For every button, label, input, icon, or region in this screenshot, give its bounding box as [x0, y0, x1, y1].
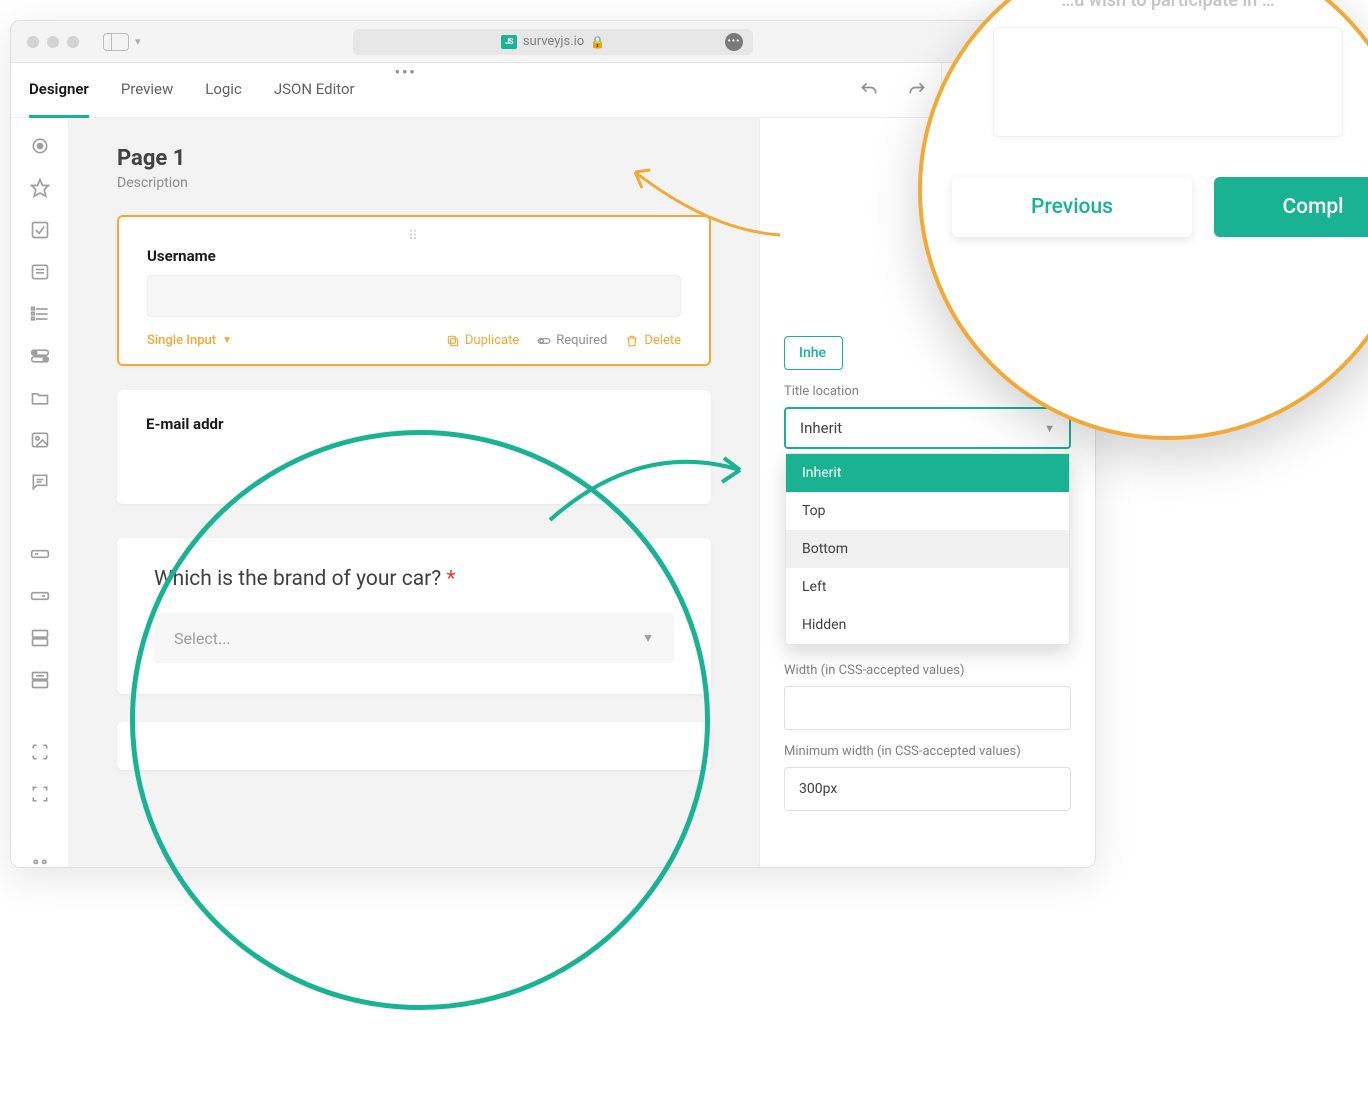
question-stub[interactable] — [117, 722, 711, 770]
tab-designer[interactable]: Designer — [29, 63, 89, 118]
required-marker: * — [446, 567, 455, 591]
tab-overflow[interactable]: ••• — [387, 63, 425, 117]
delete-button[interactable]: Delete — [625, 333, 681, 348]
option-inherit[interactable]: Inherit — [786, 454, 1069, 492]
more-icon[interactable]: ••• — [725, 33, 743, 51]
rating-icon[interactable] — [28, 178, 52, 198]
tab-logic[interactable]: Logic — [205, 63, 242, 117]
panel2-icon[interactable] — [28, 670, 52, 690]
favicon: JS — [501, 35, 517, 49]
boolean-icon[interactable] — [28, 346, 52, 366]
width-input[interactable] — [784, 686, 1071, 730]
toolbox — [11, 118, 69, 867]
callout-ghost-text: …u wish to participate in … — [1061, 0, 1275, 11]
input2-icon[interactable] — [28, 586, 52, 606]
page-description[interactable]: Description — [117, 175, 711, 191]
page-title[interactable]: Page 1 — [117, 146, 711, 171]
question-title: Which is the brand of your car? * — [154, 567, 674, 591]
preview-callout: …u wish to participate in … Previous Com… — [918, 0, 1368, 440]
url-text: surveyjs.io — [523, 34, 584, 49]
chevron-down-icon: ▼ — [222, 335, 232, 346]
option-top[interactable]: Top — [786, 492, 1069, 530]
previous-button[interactable]: Previous — [952, 177, 1192, 237]
text-icon[interactable] — [28, 262, 52, 282]
sidebar-toggle-icon[interactable] — [103, 33, 129, 51]
lock-icon: 🔒 — [590, 35, 605, 49]
option-left[interactable]: Left — [786, 568, 1069, 606]
folder-icon[interactable] — [28, 388, 52, 408]
complete-button[interactable]: Compl — [1214, 177, 1368, 237]
duplicate-button[interactable]: Duplicate — [446, 333, 519, 348]
inherit-pill[interactable]: Inhe — [784, 336, 843, 370]
tab-preview[interactable]: Preview — [121, 63, 173, 117]
required-button[interactable]: Required — [537, 333, 607, 348]
callout-ghost-input — [993, 27, 1343, 137]
multi-icon[interactable] — [28, 304, 52, 324]
checkbox-icon[interactable] — [28, 220, 52, 240]
expand1-icon[interactable] — [28, 742, 52, 762]
chevron-down-icon[interactable]: ▾ — [135, 35, 141, 48]
image-icon[interactable] — [28, 430, 52, 450]
drag-handle-icon[interactable]: ⠿ — [147, 229, 681, 241]
select-placeholder: Select... — [174, 629, 231, 648]
question-label[interactable]: E-mail addr — [146, 415, 682, 433]
designer-canvas[interactable]: Page 1 Description ⠿ Username Single Inp… — [69, 118, 759, 867]
prop-width-label: Width (in CSS-accepted values) — [784, 663, 1071, 678]
question-label[interactable]: Username — [147, 247, 681, 265]
car-brand-select[interactable]: Select... ▼ — [154, 613, 674, 663]
comment-icon[interactable] — [28, 472, 52, 492]
panel1-icon[interactable] — [28, 628, 52, 648]
question-email[interactable]: E-mail addr — [117, 390, 711, 504]
question-username[interactable]: ⠿ Username Single Input▼ Duplicate Requi… — [117, 215, 711, 366]
question-input[interactable] — [147, 275, 681, 317]
title-location-dropdown: Inherit Top Bottom Left Hidden — [785, 453, 1070, 645]
chevron-down-icon: ▼ — [642, 631, 654, 645]
radio-icon[interactable] — [28, 136, 52, 156]
undo-icon[interactable] — [845, 63, 893, 118]
option-hidden[interactable]: Hidden — [786, 606, 1069, 644]
traffic-lights[interactable] — [27, 36, 79, 48]
min-width-input[interactable] — [784, 767, 1071, 811]
expand2-icon[interactable] — [28, 784, 52, 804]
prop-min-width-label: Minimum width (in CSS-accepted values) — [784, 744, 1071, 759]
tab-json[interactable]: JSON Editor — [274, 63, 355, 117]
question-car-brand[interactable]: Which is the brand of your car? * Select… — [117, 538, 711, 694]
option-bottom[interactable]: Bottom — [786, 530, 1069, 568]
address-bar[interactable]: JS surveyjs.io 🔒 ••• — [353, 29, 753, 55]
title-location-value: Inherit — [800, 419, 842, 437]
input-icon[interactable] — [28, 544, 52, 564]
grid4-icon[interactable] — [28, 856, 52, 868]
question-type-select[interactable]: Single Input▼ — [147, 333, 232, 348]
